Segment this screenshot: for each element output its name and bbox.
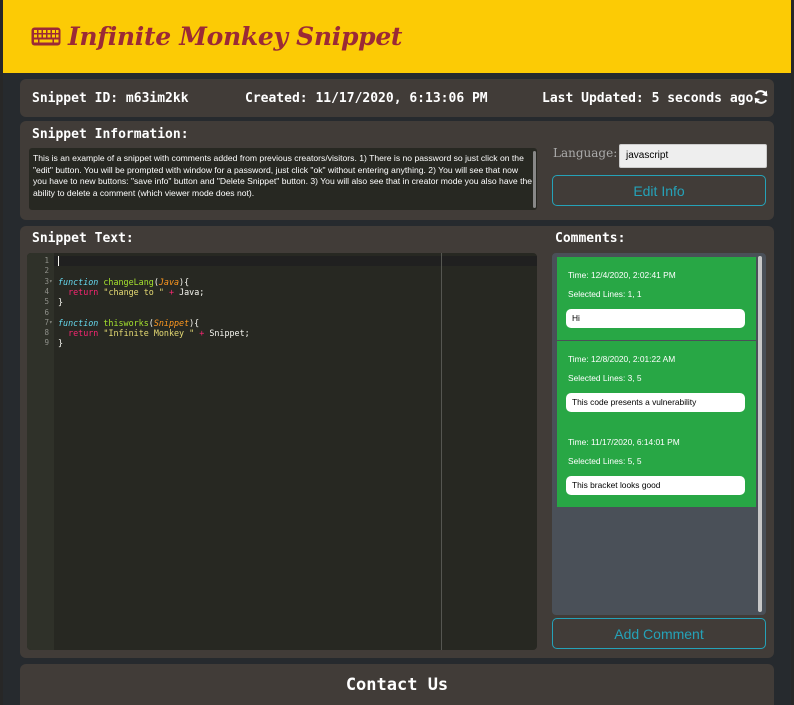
code-line-8: return "Infinite Monkey " + Snippet;: [58, 328, 250, 338]
app-header: Infinite Monkey Snippet: [3, 0, 791, 73]
comment-time: Time: 12/4/2020, 2:02:41 PM: [568, 270, 676, 280]
snippet-text-panel: Snippet Text: Comments: 1 2 3 ▾ 4 5 6 7 …: [20, 226, 774, 658]
line-number: 7: [44, 317, 49, 327]
code-paren: ){: [179, 276, 190, 287]
code-param: Snippet: [153, 317, 190, 328]
snippet-information-panel: Snippet Information: This is an example …: [20, 121, 774, 220]
code-operator: +: [199, 328, 205, 339]
comment-selected-lines: Selected Lines: 1, 1: [568, 289, 642, 299]
comment-text: Hi: [566, 309, 745, 328]
code-line-4: return "change to " + Java;: [58, 287, 204, 297]
add-comment-button[interactable]: Add Comment: [552, 618, 766, 649]
snippet-id: Snippet ID: m63im2kk: [32, 90, 189, 106]
code-param: Java: [158, 276, 180, 287]
comments-scrollbar[interactable]: [758, 256, 762, 612]
code-operator: +: [168, 286, 175, 297]
snippet-description[interactable]: This is an example of a snippet with com…: [29, 148, 537, 210]
code-line-5: }: [58, 297, 64, 308]
code-return: return: [68, 328, 99, 339]
line-number: 2: [44, 266, 49, 276]
editor-gutter: 1 2 3 ▾ 4 5 6 7 ▾ 8 9: [27, 253, 54, 650]
comment-text: This bracket looks good: [566, 476, 745, 495]
language-input[interactable]: javascript: [619, 144, 767, 168]
line-number: 8: [44, 328, 49, 338]
contact-title: Contact Us: [345, 675, 449, 695]
comment-time: Time: 12/8/2020, 2:01:22 AM: [568, 354, 676, 364]
contact-section: Contact Us: [20, 664, 774, 705]
line-number: 4: [44, 286, 49, 296]
line-number: 9: [44, 338, 49, 348]
comment-card[interactable]: Time: 12/4/2020, 2:02:41 PM Selected Lin…: [557, 257, 756, 340]
fold-arrow-icon[interactable]: ▾: [49, 319, 53, 326]
last-updated: Last Updated: 5 seconds ago: [542, 90, 754, 106]
snippet-info-heading: Snippet Information:: [32, 127, 189, 142]
code-function-name: thisworks: [103, 317, 149, 328]
line-number: 1: [44, 256, 49, 265]
code-identifier: Snippet;: [209, 328, 250, 339]
code-string: "Infinite Monkey ": [103, 328, 195, 339]
fold-arrow-icon[interactable]: ▾: [49, 278, 53, 285]
line-number: 5: [44, 297, 49, 307]
main-content: Snippet ID: m63im2kk Created: 11/17/2020…: [3, 73, 791, 705]
line-number: 3: [44, 276, 49, 286]
refresh-icon[interactable]: [753, 89, 769, 105]
print-margin: [441, 253, 442, 650]
edit-info-button[interactable]: Edit Info: [552, 175, 766, 206]
comment-selected-lines: Selected Lines: 3, 5: [568, 373, 642, 383]
code-return: return: [68, 286, 99, 297]
app-title: Infinite Monkey Snippet: [68, 22, 403, 51]
comment-selected-lines: Selected Lines: 5, 5: [568, 456, 642, 466]
comments-heading: Comments:: [555, 231, 626, 246]
code-line-9: }: [58, 338, 64, 349]
comments-list[interactable]: Time: 12/4/2020, 2:02:41 PM Selected Lin…: [552, 253, 766, 615]
active-line-highlight: [54, 256, 537, 266]
code-identifier: Java;: [179, 286, 205, 297]
line-number: 6: [44, 307, 49, 317]
snippet-info-bar: Snippet ID: m63im2kk Created: 11/17/2020…: [20, 79, 774, 117]
comment-card[interactable]: Time: 11/17/2020, 6:14:01 PM Selected Li…: [557, 424, 756, 507]
description-scrollbar[interactable]: [533, 151, 536, 208]
comment-time: Time: 11/17/2020, 6:14:01 PM: [568, 437, 680, 447]
snippet-text-heading: Snippet Text:: [32, 231, 134, 246]
code-function-name: changeLang: [103, 276, 154, 287]
comment-text: This code presents a vulnerability: [566, 393, 745, 412]
text-cursor: [58, 256, 59, 266]
code-keyword: function: [58, 276, 99, 287]
code-line-7: function thisworks(Snippet){: [58, 318, 199, 328]
language-label: Language:: [553, 146, 618, 160]
keyboard-icon: [31, 27, 61, 46]
created-date: Created: 11/17/2020, 6:13:06 PM: [245, 90, 488, 106]
code-line-3: function changeLang(Java){: [58, 277, 189, 287]
code-editor[interactable]: 1 2 3 ▾ 4 5 6 7 ▾ 8 9 function changeLan…: [27, 253, 537, 650]
code-paren: ){: [189, 317, 200, 328]
comment-card[interactable]: Time: 12/8/2020, 2:01:22 AM Selected Lin…: [557, 341, 756, 424]
code-keyword: function: [58, 317, 99, 328]
code-string: "change to ": [103, 286, 164, 297]
